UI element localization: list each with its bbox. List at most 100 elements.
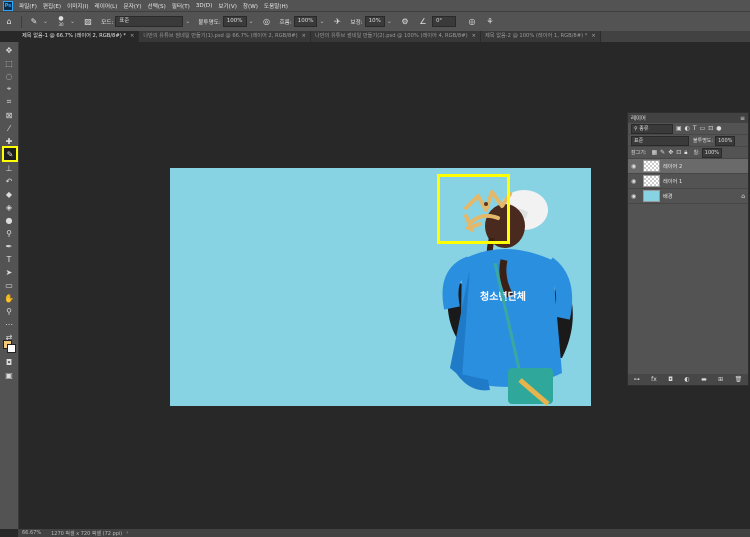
new-group-icon[interactable]: ▬ [701,376,707,383]
panel-title[interactable]: 레이어 [631,114,646,122]
menu-3d[interactable]: 3D(D) [193,3,216,9]
photoshop-logo[interactable]: Ps [3,0,13,11]
blur-tool-icon[interactable]: ● [2,214,16,226]
menu-select[interactable]: 선택(S) [145,2,169,10]
marquee-tool-icon[interactable]: ⬚ [2,57,16,69]
blend-mode-select[interactable]: 표준 [631,135,689,146]
lasso-tool-icon[interactable]: ◌ [2,70,16,82]
opacity-input[interactable]: 100% [222,16,247,27]
layer-mask-icon[interactable]: ◘ [668,376,673,383]
menu-filter[interactable]: 필터(T) [169,2,193,10]
gear-icon[interactable]: ⚙ [399,16,411,28]
hand-tool-icon[interactable]: ✋ [2,292,16,304]
clone-stamp-tool-icon[interactable]: ⊥ [2,162,16,174]
menu-window[interactable]: 창(W) [240,2,261,10]
layer-row-layer-1[interactable]: ◉ 레이어 1 [628,174,748,189]
chevron-down-icon[interactable]: ⌄ [43,18,48,25]
move-tool-icon[interactable]: ✥ [2,44,16,56]
tab-document-1[interactable]: 제목 없음-1 @ 66.7% (레이어 2, RGB/8#) * × [18,31,140,42]
mode-select[interactable]: 표준 [115,16,184,27]
menu-image[interactable]: 이미지(I) [64,2,91,10]
close-icon[interactable]: × [302,31,306,42]
layer-row-layer-2[interactable]: ◉ 레이어 2 [628,159,748,174]
frame-tool-icon[interactable]: ⊠ [2,109,16,121]
zoom-level[interactable]: 66.67% [22,530,41,536]
type-filter-icon[interactable]: T [693,125,697,132]
eraser-tool-icon[interactable]: ◆ [2,188,16,200]
lock-artboard-icon[interactable]: ⊡ [676,149,681,156]
eye-icon[interactable]: ◉ [631,178,640,185]
angle-icon[interactable]: ∠ [417,16,429,28]
layer-thumbnail [643,190,660,202]
path-select-tool-icon[interactable]: ➤ [2,266,16,278]
layer-style-icon[interactable]: fx [651,376,657,383]
document-info: 1270 픽셀 x 720 픽셀 (72 ppi) [51,530,123,537]
new-layer-icon[interactable]: ⊞ [718,376,723,383]
close-icon[interactable]: × [591,31,595,42]
flow-input[interactable]: 100% [293,16,318,27]
smoothing-input[interactable]: 10% [364,16,385,27]
chevron-right-icon[interactable]: › [126,530,128,536]
close-icon[interactable]: × [130,31,134,42]
eyedropper-tool-icon[interactable]: ⁄ [2,122,16,134]
adjustment-layer-icon[interactable]: ◐ [684,376,689,383]
filter-toggle-icon[interactable]: ● [716,125,721,132]
eye-icon[interactable]: ◉ [631,193,640,200]
image-filter-icon[interactable]: ▣ [676,125,682,132]
chevron-down-icon[interactable]: ⌄ [70,18,75,25]
smart-object-filter-icon[interactable]: ⊡ [708,125,713,132]
chevron-down-icon[interactable]: ⌄ [185,18,190,25]
close-icon[interactable]: × [472,31,476,42]
symmetry-icon[interactable]: ⚘ [484,16,496,28]
layer-opacity-input[interactable]: 100% [715,135,736,146]
pressure-size-icon[interactable]: ◎ [466,16,478,28]
zoom-tool-icon[interactable]: ⚲ [2,305,16,317]
screen-mode-icon[interactable]: ▣ [2,369,16,381]
fill-input[interactable]: 100% [701,147,723,158]
menu-type[interactable]: 문자(Y) [120,2,144,10]
quick-mask-icon[interactable]: ◘ [2,356,16,368]
menu-edit[interactable]: 편집(E) [40,2,64,10]
crop-tool-icon[interactable]: ⌗ [2,96,16,108]
brush-preset-icon[interactable]: ✎ [28,16,40,28]
brush-tool-icon[interactable]: ✎ [2,146,18,162]
type-tool-icon[interactable]: T [2,253,16,265]
tab-document-4[interactable]: 제목 없음-2 @ 100% (레이어 1, RGB/8#) * × [481,31,601,42]
menu-file[interactable]: 파일(F) [16,2,40,10]
dodge-tool-icon[interactable]: ⚲ [2,227,16,239]
background-color-swatch[interactable] [7,344,16,353]
filter-kind-select[interactable]: ⚲ 종류 [631,123,673,134]
menu-help[interactable]: 도움말(H) [261,2,291,10]
airbrush-icon[interactable]: ✈ [331,16,343,28]
trash-icon[interactable]: 🗑︎ [735,376,743,383]
lock-transparency-icon[interactable]: ▦ [652,149,658,156]
history-brush-tool-icon[interactable]: ↶ [2,175,16,187]
adjustment-filter-icon[interactable]: ◐ [685,125,690,132]
home-icon[interactable]: ⌂ [3,16,15,28]
pen-tool-icon[interactable]: ✒ [2,240,16,252]
tab-document-2[interactable]: 나만의 유튜브 썸네일 만들기(1).psd @ 66.7% (레이어 2, R… [139,31,311,42]
chevron-down-icon[interactable]: ⌄ [319,18,324,25]
menu-layer[interactable]: 레이어(L) [92,2,121,10]
eye-icon[interactable]: ◉ [631,163,640,170]
tab-document-3[interactable]: 나만의 유튜브 썸네일 만들기(2).psd @ 100% (레이어 4, RG… [311,31,482,42]
lock-pixels-icon[interactable]: ✎ [660,149,665,156]
angle-input[interactable]: 0° [431,16,456,27]
chevron-down-icon[interactable]: ⌄ [387,18,392,25]
menu-view[interactable]: 보기(V) [215,2,239,10]
brush-settings-icon[interactable]: ▨ [82,16,94,28]
shape-filter-icon[interactable]: ▭ [700,125,706,132]
lock-position-icon[interactable]: ✥ [668,149,673,156]
lock-all-icon[interactable]: 🔒︎ [684,149,687,157]
brush-size-icon[interactable]: ● 30 [55,15,67,28]
document-canvas[interactable]: 청소년단체 [170,168,591,406]
paint-bucket-tool-icon[interactable]: ◈ [2,201,16,213]
pressure-opacity-icon[interactable]: ◎ [261,16,273,28]
more-tools-icon[interactable]: ⋯ [2,318,16,330]
layer-row-background[interactable]: ◉ 배경 ⌂ [628,189,748,204]
shape-tool-icon[interactable]: ▭ [2,279,16,291]
chevron-down-icon[interactable]: ⌄ [249,18,254,25]
panel-menu-icon[interactable]: ≡ [740,115,745,122]
quick-select-tool-icon[interactable]: ⌖ [2,83,16,95]
link-layers-icon[interactable]: ⊶ [634,376,640,383]
